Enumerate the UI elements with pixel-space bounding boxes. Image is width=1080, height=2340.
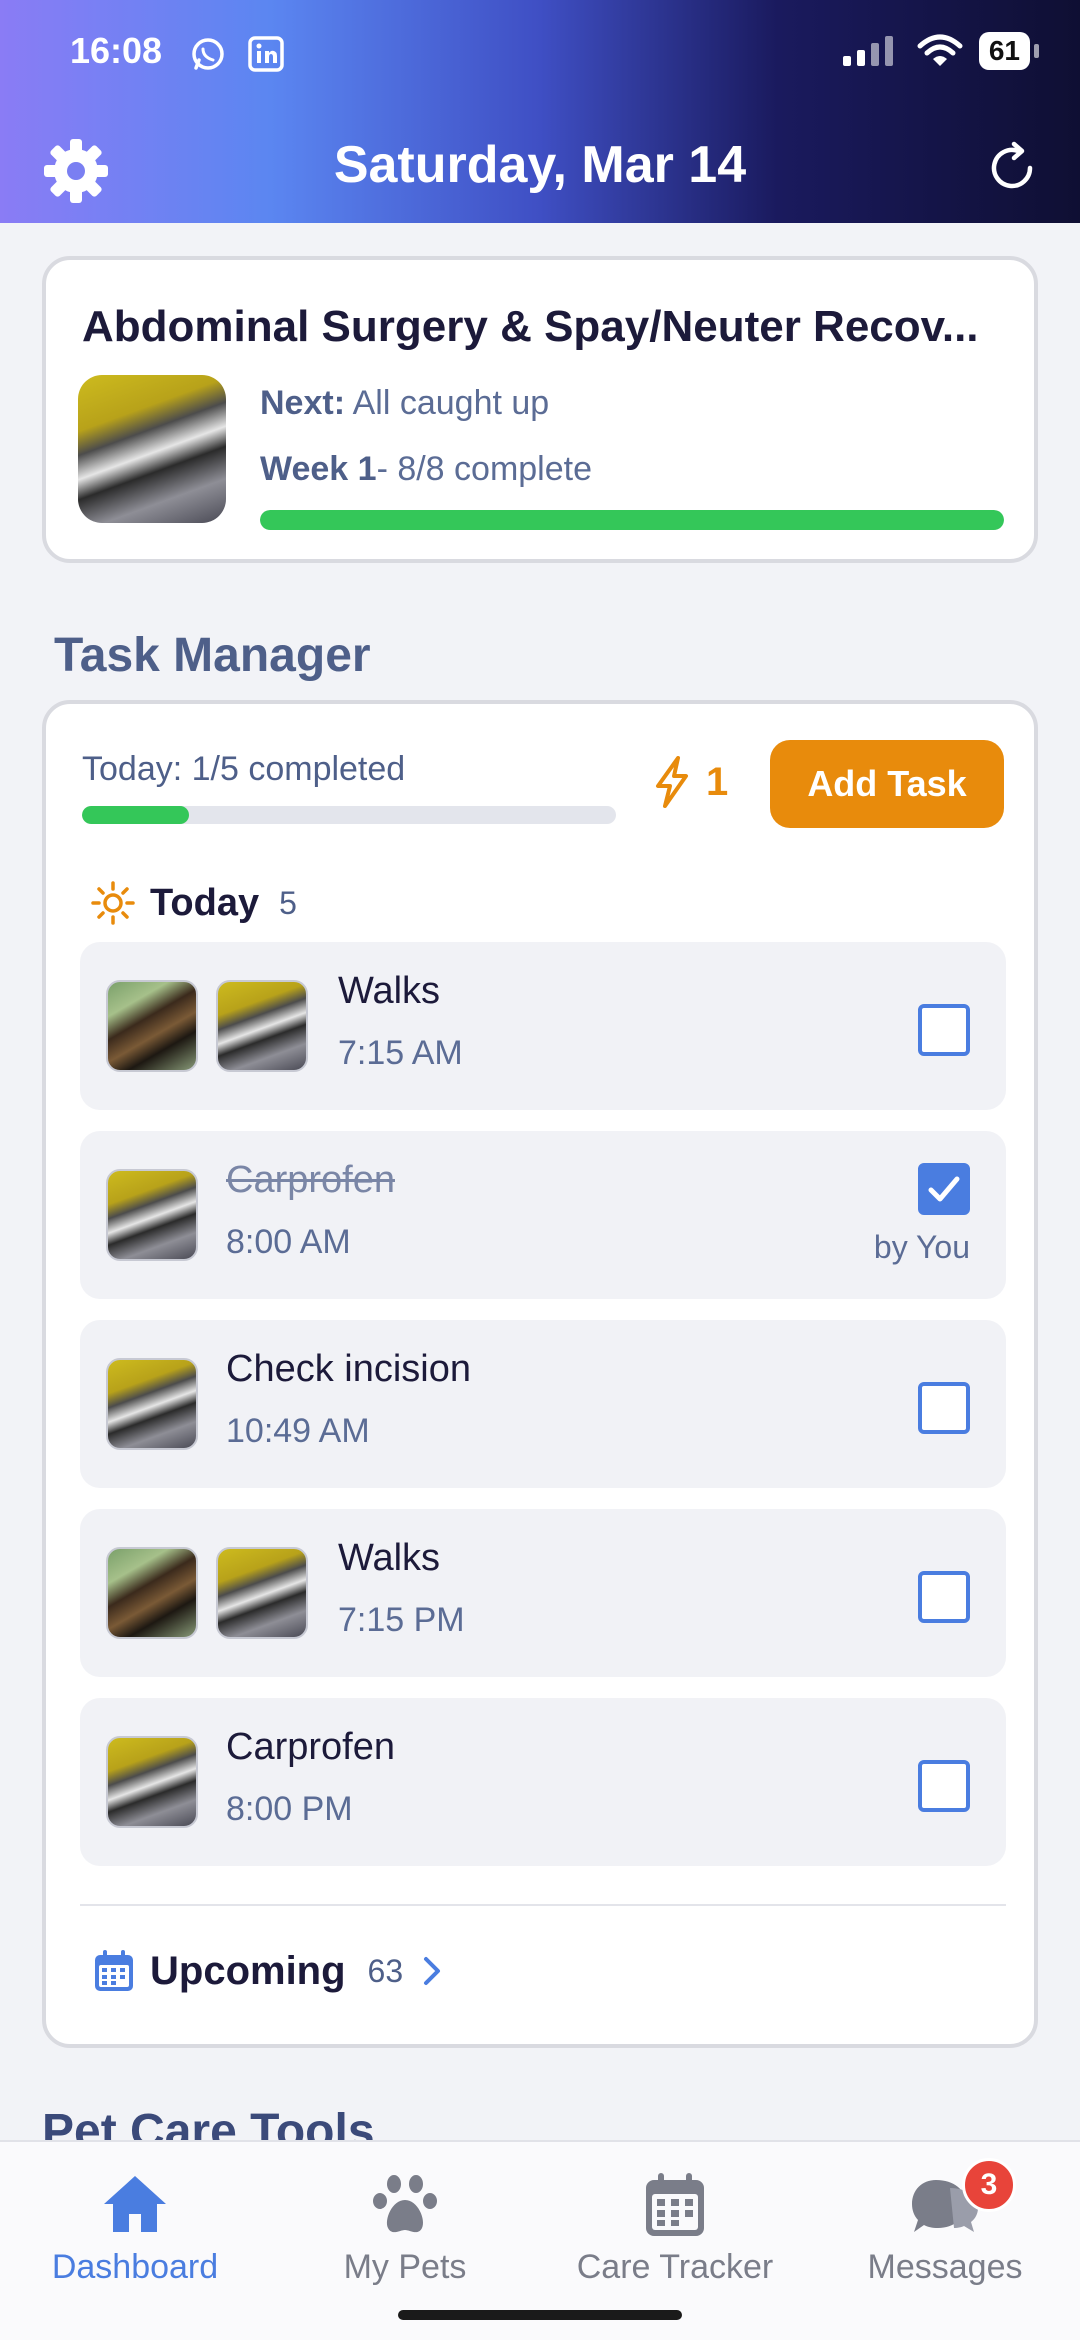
task-checkbox[interactable] xyxy=(918,1571,970,1623)
home-icon xyxy=(104,2176,166,2232)
task-name: Check incision xyxy=(226,1348,471,1390)
status-indicators: 61 xyxy=(841,32,1040,70)
plan-next-value: All caught up xyxy=(352,384,550,422)
calendar-icon xyxy=(646,2173,704,2236)
pet-care-tools-title: Pet Care Tools xyxy=(42,2105,375,2144)
plan-week-progress: Week 1- 8/8 complete xyxy=(260,450,592,489)
task-time: 10:49 AM xyxy=(226,1412,370,1450)
today-group-title: Today xyxy=(150,881,260,924)
pet-thumbnail xyxy=(106,980,198,1072)
pet-thumbnail xyxy=(106,1358,198,1450)
streak-count: 1 xyxy=(706,759,729,804)
nav-messages[interactable]: Messages 3 xyxy=(810,2158,1080,2300)
divider xyxy=(80,1904,1006,1906)
wifi-icon xyxy=(917,34,963,66)
completed-by: by You xyxy=(873,1229,970,1265)
task-checkbox[interactable] xyxy=(918,1382,970,1434)
lightning-icon xyxy=(656,756,688,808)
task-manager-card: Today: 1/5 completed 1 Add Task Today 5 … xyxy=(42,700,1038,2048)
nav-label: Messages xyxy=(867,2248,1023,2286)
today-summary: Today: 1/5 completed xyxy=(82,750,406,788)
upcoming-count: 63 xyxy=(367,1952,404,1989)
pet-photo xyxy=(78,375,226,523)
task-name: Walks xyxy=(338,970,441,1012)
task-name: Walks xyxy=(338,1537,441,1579)
nav-my-pets[interactable]: My Pets xyxy=(270,2170,540,2300)
nav-dashboard[interactable]: Dashboard xyxy=(0,2170,270,2300)
today-group-count: 5 xyxy=(279,884,297,921)
nav-care-tracker[interactable]: Care Tracker xyxy=(540,2170,810,2300)
pet-thumbnail xyxy=(216,1547,308,1639)
plan-title: Abdominal Surgery & Spay/Neuter Recov... xyxy=(82,302,979,351)
sun-icon xyxy=(91,881,135,925)
task-checkbox[interactable] xyxy=(918,1004,970,1056)
nav-label: Care Tracker xyxy=(576,2248,774,2286)
task-checkbox-checked[interactable] xyxy=(918,1163,970,1215)
task-time: 8:00 AM xyxy=(226,1223,351,1261)
task-row[interactable]: Walks 7:15 PM xyxy=(80,1509,1006,1677)
refresh-icon[interactable] xyxy=(984,140,1040,196)
header-date-title: Saturday, Mar 14 xyxy=(333,136,747,194)
calendar-icon xyxy=(95,1950,133,1991)
plan-week-label: Week 1 xyxy=(260,450,377,488)
task-time: 7:15 PM xyxy=(338,1601,465,1639)
task-name: Carprofen xyxy=(226,1159,395,1201)
pet-thumbnail xyxy=(106,1736,198,1828)
plan-progress-fill xyxy=(260,510,1004,530)
plan-progress-bar xyxy=(260,510,1004,530)
pet-thumbnail xyxy=(216,980,308,1072)
task-row[interactable]: Check incision 10:49 AM xyxy=(80,1320,1006,1488)
streak-indicator: 1 xyxy=(652,756,728,808)
task-row[interactable]: Walks 7:15 AM xyxy=(80,942,1006,1110)
task-row[interactable]: Carprofen 8:00 AM by You xyxy=(80,1131,1006,1299)
add-task-button[interactable]: Add Task xyxy=(770,740,1004,828)
chevron-right-icon[interactable] xyxy=(417,1951,447,1991)
today-progress-fill xyxy=(82,806,189,824)
nav-label: My Pets xyxy=(343,2248,467,2286)
status-time: 16:08 xyxy=(70,30,163,71)
app-header: 16:08 61 Saturday, Mar 14 xyxy=(0,0,1080,223)
pet-thumbnail xyxy=(106,1547,198,1639)
task-checkbox[interactable] xyxy=(918,1760,970,1812)
plan-week-value: - 8/8 complete xyxy=(376,450,593,488)
nav-label: Dashboard xyxy=(51,2248,219,2286)
home-indicator xyxy=(398,2310,682,2320)
task-row[interactable]: Carprofen 8:00 PM xyxy=(80,1698,1006,1866)
whatsapp-icon xyxy=(192,38,224,70)
paw-icon xyxy=(373,2175,437,2233)
task-time: 7:15 AM xyxy=(338,1034,463,1072)
battery-indicator: 61 xyxy=(978,32,1040,70)
check-icon xyxy=(928,1176,960,1202)
today-group-header[interactable]: Today 5 xyxy=(90,880,297,926)
recovery-plan-card[interactable]: Abdominal Surgery & Spay/Neuter Recov...… xyxy=(42,256,1038,563)
today-progress-bar xyxy=(82,806,616,824)
task-name: Carprofen xyxy=(226,1726,395,1768)
plan-next-step: Next: All caught up xyxy=(260,384,549,423)
pet-thumbnail xyxy=(106,1169,198,1261)
upcoming-title: Upcoming xyxy=(150,1948,346,1993)
signal-icon xyxy=(842,36,893,66)
unread-badge: 3 xyxy=(962,2158,1016,2212)
plan-next-label: Next: xyxy=(260,384,346,422)
upcoming-group-header[interactable]: Upcoming 63 xyxy=(92,1948,447,1994)
task-manager-title: Task Manager xyxy=(54,629,371,682)
linkedin-icon xyxy=(248,36,284,72)
task-time: 8:00 PM xyxy=(226,1790,353,1828)
